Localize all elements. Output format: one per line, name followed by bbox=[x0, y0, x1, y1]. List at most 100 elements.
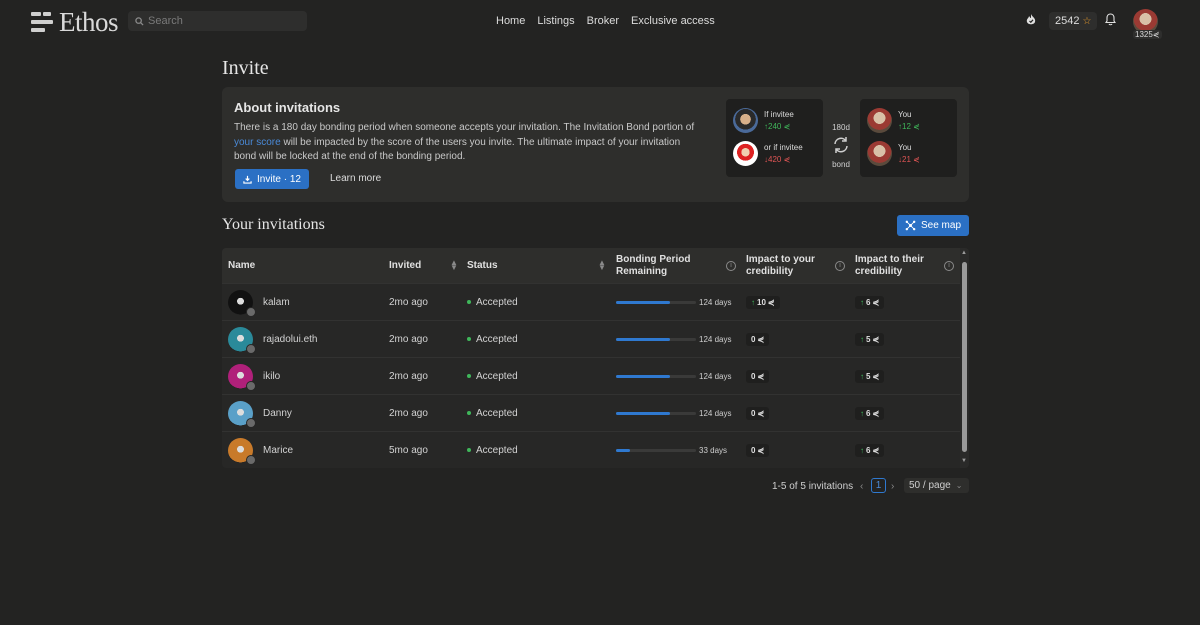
avatar[interactable] bbox=[228, 326, 256, 354]
bonding-progress-bar bbox=[616, 374, 696, 378]
logo-mark-icon bbox=[31, 11, 53, 33]
table-scrollbar[interactable]: ▲ ▼ bbox=[960, 248, 969, 468]
status-text: Accepted bbox=[476, 333, 518, 345]
impact-theirs-cell: ↑ 6 ⋞ bbox=[855, 432, 885, 468]
learn-more-button[interactable]: Learn more bbox=[330, 173, 381, 184]
table-row[interactable]: Danny 2mo ago Accepted 124 days 0 ⋞ ↑ 6 ⋞ bbox=[222, 394, 960, 431]
invited-cell: 2mo ago bbox=[389, 370, 428, 382]
invitations-table: Name Invited ▲ ▼ Status ▲ ▼ Bonding Period… bbox=[222, 248, 969, 468]
sort-invited-icon[interactable]: ▲ ▼ bbox=[450, 259, 458, 272]
invitee-good-avatar bbox=[733, 108, 758, 133]
nav-broker[interactable]: Broker bbox=[587, 15, 619, 27]
page-1-button[interactable]: 1 bbox=[871, 478, 886, 493]
impact-yours-chip: 0 ⋞ bbox=[746, 369, 770, 383]
credibility-icon: ⋞ bbox=[872, 371, 880, 381]
credibility-icon: ⋞ bbox=[872, 297, 880, 307]
credibility-icon: ⋞ bbox=[1152, 30, 1160, 39]
avatar[interactable] bbox=[228, 289, 256, 317]
invitee-diagram: If invitee ↑240 ⋞ or if invitee ↓420 ⋞ bbox=[726, 99, 823, 177]
bonding-progress-fill bbox=[616, 337, 670, 341]
invite-button-label: Invite · 12 bbox=[257, 173, 301, 185]
arrow-up-icon: ↑ bbox=[860, 334, 864, 344]
page-size-select[interactable]: 50 / page ⌄ bbox=[904, 478, 969, 493]
impact-yours-info-icon[interactable]: i bbox=[835, 261, 845, 271]
avatar[interactable] bbox=[228, 400, 256, 428]
table-row[interactable]: Marice 5mo ago Accepted 33 days 0 ⋞ ↑ 6 ⋞ bbox=[222, 431, 960, 468]
your-score-link[interactable]: your score bbox=[234, 137, 281, 148]
invited-cell: 2mo ago bbox=[389, 333, 428, 345]
star-icon: ☆ bbox=[1082, 15, 1092, 27]
ethos-logo[interactable]: Ethos bbox=[31, 7, 119, 37]
name-cell[interactable]: kalam bbox=[228, 284, 290, 320]
avatar[interactable] bbox=[228, 363, 256, 391]
bell-icon[interactable] bbox=[1105, 13, 1116, 26]
invitee-bad-label: or if invitee bbox=[764, 142, 803, 152]
bonding-cell: 124 days bbox=[616, 358, 731, 394]
name-cell[interactable]: Danny bbox=[228, 395, 292, 431]
impact-theirs-info-icon[interactable]: i bbox=[944, 261, 954, 271]
invitee-name[interactable]: Marice bbox=[263, 445, 293, 456]
name-cell[interactable]: ikilo bbox=[228, 358, 280, 394]
rewards-flame-icon[interactable] bbox=[1025, 13, 1037, 27]
prev-page-icon[interactable]: ‹ bbox=[860, 479, 863, 493]
impact-theirs-value: 6 bbox=[866, 445, 871, 455]
impact-yours-value: 0 bbox=[751, 445, 756, 455]
table-row[interactable]: rajadolui.eth 2mo ago Accepted 124 days 0 ⋞ ↑ 5… bbox=[222, 320, 960, 357]
credibility-badge-icon bbox=[246, 417, 256, 428]
invitations-title: Your invitations bbox=[222, 216, 325, 233]
avatar[interactable] bbox=[228, 437, 256, 465]
search-input[interactable]: Search bbox=[128, 11, 307, 31]
status-dot-icon bbox=[467, 411, 471, 415]
invite-button[interactable]: Invite · 12 bbox=[235, 169, 309, 189]
cycle-icon bbox=[834, 137, 848, 153]
sort-status-icon[interactable]: ▲ ▼ bbox=[598, 259, 606, 272]
column-invited[interactable]: Invited bbox=[389, 248, 421, 283]
scroll-up-icon[interactable]: ▲ bbox=[961, 250, 967, 256]
scroll-thumb[interactable] bbox=[962, 262, 967, 452]
column-name: Name bbox=[228, 259, 256, 271]
days-remaining: 124 days bbox=[699, 297, 732, 307]
bonding-info-icon[interactable]: i bbox=[726, 261, 736, 271]
search-icon bbox=[135, 16, 144, 26]
table-row[interactable]: kalam 2mo ago Accepted 124 days ↑ 10 ⋞ ↑ 6 ⋞ bbox=[222, 283, 960, 320]
main-nav: Home Listings Broker Exclusive access bbox=[496, 15, 715, 27]
credibility-icon: ⋞ bbox=[757, 408, 765, 418]
search-placeholder: Search bbox=[148, 15, 183, 27]
network-icon bbox=[905, 220, 916, 231]
impact-yours-chip: ↑ 10 ⋞ bbox=[746, 295, 780, 309]
you-bad-row: You ↓21 ⋞ bbox=[867, 141, 920, 166]
invitee-name[interactable]: kalam bbox=[263, 297, 290, 308]
bonding-progress-bar bbox=[616, 448, 696, 452]
days-remaining: 33 days bbox=[699, 445, 728, 455]
nav-exclusive-access[interactable]: Exclusive access bbox=[631, 15, 715, 27]
credibility-icon: ⋞ bbox=[757, 334, 765, 344]
name-cell[interactable]: rajadolui.eth bbox=[228, 321, 317, 357]
invitee-name[interactable]: Danny bbox=[263, 408, 292, 419]
impact-yours-cell: 0 ⋞ bbox=[746, 358, 770, 394]
bonding-cell: 124 days bbox=[616, 321, 731, 357]
see-map-button[interactable]: See map bbox=[897, 215, 969, 236]
about-invitations-card: About invitations There is a 180 day bon… bbox=[222, 87, 969, 202]
about-title: About invitations bbox=[234, 100, 341, 115]
impact-yours-value: 0 bbox=[751, 334, 756, 344]
you-diagram: You ↑12 ⋞ You ↓21 ⋞ bbox=[860, 99, 957, 177]
name-cell[interactable]: Marice bbox=[228, 432, 293, 468]
you-good-row: You ↑12 ⋞ bbox=[867, 108, 920, 133]
invitee-name[interactable]: rajadolui.eth bbox=[263, 334, 317, 345]
points-badge[interactable]: 2542 ☆ bbox=[1049, 12, 1098, 30]
table-row[interactable]: ikilo 2mo ago Accepted 124 days 0 ⋞ ↑ 5 ⋞ bbox=[222, 357, 960, 394]
next-page-icon[interactable]: › bbox=[891, 479, 894, 493]
bond-label: bond bbox=[832, 160, 850, 169]
days-remaining: 124 days bbox=[699, 408, 732, 418]
credibility-icon: ⋞ bbox=[757, 371, 765, 381]
impact-theirs-chip: ↑ 5 ⋞ bbox=[855, 369, 885, 383]
nav-listings[interactable]: Listings bbox=[537, 15, 574, 27]
column-status[interactable]: Status bbox=[467, 248, 498, 283]
bonding-progress-bar bbox=[616, 337, 696, 341]
credibility-icon: ⋞ bbox=[872, 408, 880, 418]
scroll-down-icon[interactable]: ▼ bbox=[961, 458, 967, 464]
nav-home[interactable]: Home bbox=[496, 15, 525, 27]
invitee-name[interactable]: ikilo bbox=[263, 371, 280, 382]
user-score: 1325 bbox=[1135, 30, 1153, 39]
column-bonding: Bonding Period Remaining bbox=[616, 253, 691, 277]
